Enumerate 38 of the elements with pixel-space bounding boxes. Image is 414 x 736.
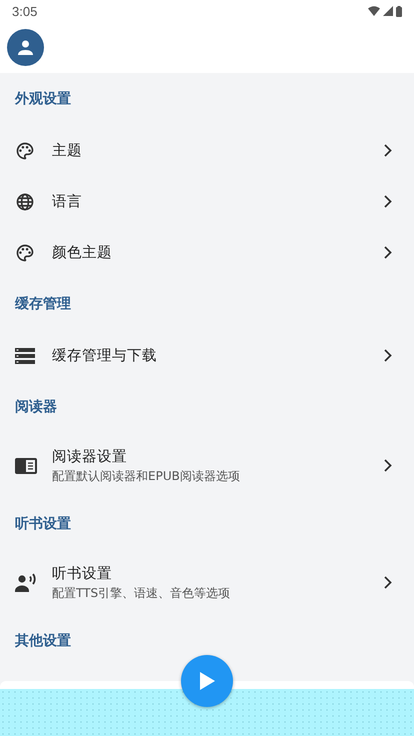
section-header: 缓存管理 [15,295,71,313]
play-button[interactable] [181,655,233,707]
item-title: 听书设置 [52,564,113,582]
item-subtitle: 配置默认阅读器和EPUB阅读器选项 [52,468,241,484]
book-icon [15,458,37,474]
status-time: 3:05 [12,4,38,18]
item-subtitle: 配置TTS引擎、语速、音色等选项 [52,584,232,602]
item-title: 主题 [52,142,83,160]
settings-item[interactable]: 阅读器设置 配置默认阅读器和EPUB阅读器选项 [0,433,414,498]
settings-item[interactable]: 主题 [0,125,414,176]
palette-icon [15,242,35,262]
chevron-right-icon [384,195,392,208]
item-title: 缓存管理与下载 [52,347,158,365]
chevron-right-icon [384,459,392,472]
chevron-right-icon [384,576,392,589]
settings-item[interactable]: 缓存管理与下载 [0,330,414,381]
chevron-right-icon [384,144,392,157]
palette-icon [15,140,35,160]
item-title: 阅读器设置 [52,448,128,466]
signal-icon [383,6,393,16]
section-header: 阅读器 [15,398,57,416]
item-title: 颜色主题 [52,244,113,262]
globe-icon [15,192,35,212]
settings-item[interactable]: 听书设置 配置TTS引擎、语速、音色等选项 [0,550,414,615]
section-header: 其他设置 [15,632,71,650]
wifi-icon [368,6,380,16]
settings-item[interactable]: 语言 [0,176,414,227]
section-header: 外观设置 [15,90,71,108]
item-title: 语言 [52,192,83,211]
avatar-icon[interactable] [7,29,44,66]
speaking-person-icon [15,572,37,592]
settings-item[interactable]: 颜色主题 [0,227,414,278]
storage-icon [15,346,35,364]
play-icon [199,672,215,690]
chevron-right-icon [384,349,392,362]
section-header: 听书设置 [15,515,71,533]
chevron-right-icon [384,246,392,259]
battery-icon [396,6,402,16]
